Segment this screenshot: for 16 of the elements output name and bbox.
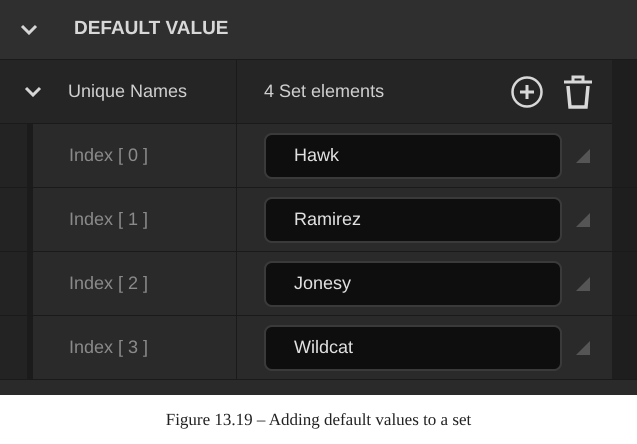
figure-caption: Figure 13.19 – Adding default values to a set [166,408,472,431]
set-count: 4 Set elements [264,80,386,103]
property-name: Unique Names [68,80,188,103]
delete-icon[interactable] [562,74,594,110]
chevron-down-icon[interactable] [20,24,38,36]
value-field[interactable]: Jonesy [264,260,562,306]
value-field[interactable]: Ramirez [264,196,562,242]
index-label: Index [ 3 ] [69,336,148,359]
value-field[interactable]: Wildcat [264,324,562,370]
chevron-down-icon[interactable] [24,86,42,98]
index-label: Index [ 1 ] [69,208,148,231]
value-field[interactable]: Hawk [264,132,562,178]
index-label: Index [ 0 ] [69,144,148,167]
add-icon[interactable] [510,74,544,108]
section-title: DEFAULT VALUE [74,17,228,42]
index-label: Index [ 2 ] [69,272,148,295]
